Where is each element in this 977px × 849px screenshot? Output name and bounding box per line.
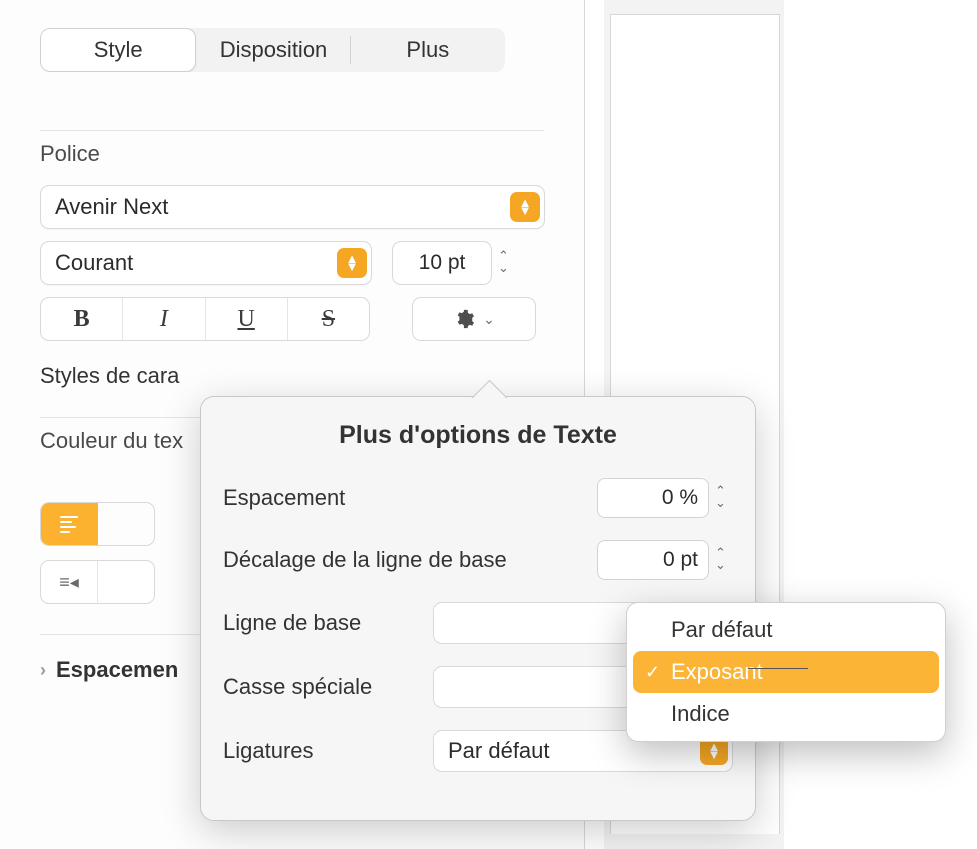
baseline-shift-input[interactable]	[597, 540, 709, 580]
check-icon: ✓	[645, 662, 660, 683]
menu-item-label: Exposant	[671, 659, 763, 685]
ligatures-value: Par défaut	[448, 738, 550, 764]
tab-disposition[interactable]: Disposition	[196, 28, 350, 72]
font-family-popup[interactable]: Avenir Next ▲ ▼	[40, 185, 545, 229]
italic-button[interactable]: I	[123, 298, 205, 340]
baseline-shift-row: Décalage de la ligne de base ⌃ ⌄	[223, 540, 733, 580]
character-styles-label: Styles de cara	[40, 363, 544, 389]
spacing-label: Espacemen	[56, 657, 178, 683]
spacing-input[interactable]	[597, 478, 709, 518]
tab-plus[interactable]: Plus	[351, 28, 505, 72]
baseline-shift-label: Décalage de la ligne de base	[223, 547, 507, 573]
menu-item-par-defaut[interactable]: Par défaut	[627, 609, 945, 651]
alignment-segmented	[40, 502, 155, 546]
stepper-down-icon[interactable]: ⌄	[498, 263, 516, 275]
callout-connector	[748, 668, 808, 669]
chevron-right-icon: ›	[40, 660, 46, 681]
tab-style[interactable]: Style	[40, 28, 196, 72]
updown-icon: ▲ ▼	[510, 192, 540, 222]
baseline-dropdown-menu: Par défaut ✓ Exposant Indice	[626, 602, 946, 742]
stepper-down-icon[interactable]: ⌄	[715, 560, 733, 572]
underline-button[interactable]: U	[206, 298, 288, 340]
baseline-label: Ligne de base	[223, 610, 361, 636]
outdent-icon: ≡◂	[59, 572, 79, 593]
spacing-row: Espacement ⌃ ⌄	[223, 478, 733, 518]
font-weight-popup[interactable]: Courant ▲▼	[40, 241, 372, 285]
gear-icon	[453, 308, 475, 330]
menu-item-exposant[interactable]: ✓ Exposant	[633, 651, 939, 693]
divider	[40, 130, 544, 131]
capitalization-label: Casse spéciale	[223, 674, 372, 700]
spacing-label: Espacement	[223, 485, 345, 511]
font-weight-value: Courant	[55, 250, 133, 276]
align-left-icon	[60, 516, 78, 533]
font-size-input[interactable]	[392, 241, 492, 285]
chevron-down-icon: ⌄	[483, 311, 495, 328]
strikethrough-button[interactable]: S	[288, 298, 369, 340]
font-size-stepper: ⌃ ⌄	[392, 241, 516, 285]
menu-item-indice[interactable]: Indice	[627, 693, 945, 735]
menu-item-label: Par défaut	[671, 617, 773, 643]
popover-title: Plus d'options de Texte	[223, 421, 733, 450]
ligatures-label: Ligatures	[223, 738, 314, 764]
font-family-value: Avenir Next	[55, 194, 168, 220]
indent-segmented: ≡◂	[40, 560, 155, 604]
inspector-tabs: Style Disposition Plus	[40, 28, 505, 72]
align-center-button[interactable]	[98, 503, 155, 545]
align-left-button[interactable]	[41, 503, 98, 545]
text-style-segmented: B I U S	[40, 297, 370, 341]
font-section-label: Police	[40, 141, 544, 167]
menu-item-label: Indice	[671, 701, 730, 727]
bold-button[interactable]: B	[41, 298, 123, 340]
indent-button[interactable]	[98, 561, 154, 603]
updown-icon: ▲▼	[337, 248, 367, 278]
stepper-down-icon[interactable]: ⌄	[715, 498, 733, 510]
advanced-options-button[interactable]: ⌄	[412, 297, 536, 341]
outdent-button[interactable]: ≡◂	[41, 561, 98, 603]
